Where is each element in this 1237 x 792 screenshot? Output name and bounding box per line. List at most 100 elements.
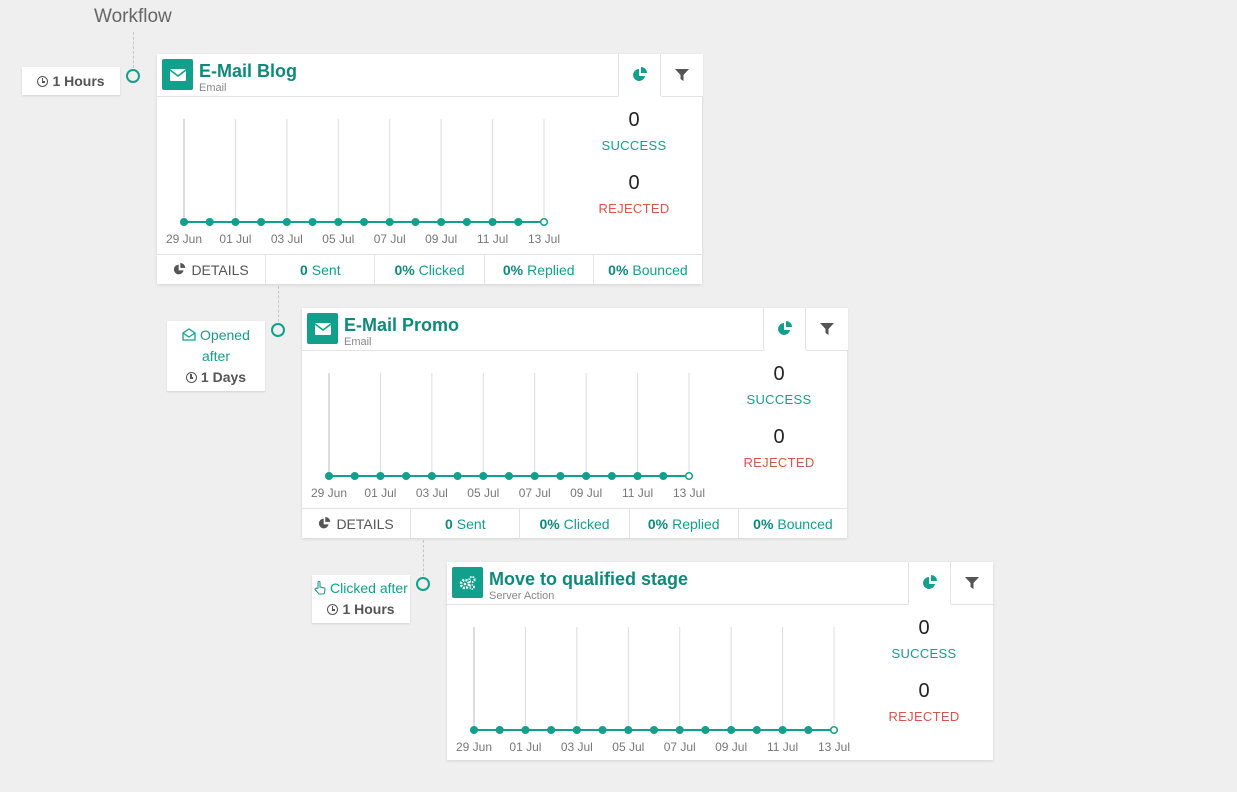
timeline-node <box>271 323 285 337</box>
data-point <box>727 725 736 735</box>
replied-stat[interactable]: 0% Replied <box>628 509 738 538</box>
bounced-number: 0% <box>608 261 629 278</box>
data-point <box>308 217 317 227</box>
x-tick-label: 11 Jul <box>622 486 653 500</box>
sent-stat[interactable]: 0 Sent <box>410 509 519 538</box>
replied-number: 0% <box>647 515 669 532</box>
x-tick-label: 01 Jul <box>509 740 541 754</box>
clicked-stat[interactable]: 0% Clicked <box>519 509 628 538</box>
data-point <box>607 471 616 481</box>
clicked-number: 0% <box>539 515 560 532</box>
activity-title[interactable]: E-Mail Promo <box>344 315 459 336</box>
filter-button[interactable] <box>950 562 993 604</box>
success-label[interactable]: SUCCESS <box>577 138 691 153</box>
clicked-stat[interactable]: 0% Clicked <box>374 255 483 284</box>
sent-number: 0 <box>445 515 453 532</box>
trigger-duration: 1 Days <box>200 369 247 385</box>
bounced-stat[interactable]: 0% Bounced <box>592 255 702 284</box>
data-point <box>376 471 385 481</box>
stats-panel: 0 SUCCESS 0 REJECTED <box>577 109 691 216</box>
x-tick-label: 01 Jul <box>364 486 396 500</box>
graph-button[interactable] <box>618 54 661 97</box>
data-point <box>462 217 471 227</box>
graph-button[interactable] <box>908 562 951 605</box>
success-label[interactable]: SUCCESS <box>722 392 836 407</box>
data-point <box>179 217 189 227</box>
page-title: Workflow <box>94 6 172 27</box>
pointer-hand-icon <box>314 580 326 595</box>
activity-title[interactable]: Move to qualified stage <box>489 569 688 590</box>
bounced-stat[interactable]: 0% Bounced <box>737 509 847 538</box>
success-count: 0 <box>628 109 640 131</box>
activity-chart: 29 Jun 01 Jul 03 Jul 05 Jul 07 Jul 09 Jul 11 J… <box>311 373 705 500</box>
timeline-node <box>126 69 140 83</box>
replied-stat[interactable]: 0% Replied <box>483 255 593 284</box>
trigger-label: Clicked after <box>330 580 408 596</box>
rejected-count: 0 <box>773 426 785 448</box>
trigger-duration: 1 Hours <box>342 601 395 617</box>
x-tick-label: 01 Jul <box>219 232 251 246</box>
data-point <box>572 725 581 735</box>
x-tick-label: 07 Jul <box>664 740 696 754</box>
replied-label: Replied <box>527 261 575 278</box>
stats-panel: 0 SUCCESS 0 REJECTED <box>867 617 981 724</box>
envelope-icon <box>162 59 193 90</box>
data-point <box>598 725 607 735</box>
filter-icon <box>965 577 979 589</box>
data-point <box>556 471 565 481</box>
activity-card: E-Mail Promo Email 29 Jun 01 Jul 03 Jul 05 … <box>302 308 848 538</box>
x-tick-label: 29 Jun <box>166 232 202 246</box>
sent-number: 0 <box>300 261 308 278</box>
card-footer: DETAILS 0 Sent 0% Clicked 0% Replied 0% Boun… <box>157 254 702 284</box>
data-point <box>582 471 591 481</box>
graph-button[interactable] <box>763 308 806 351</box>
rejected-label[interactable]: REJECTED <box>722 455 836 470</box>
clicked-label: Clicked <box>563 515 610 532</box>
clock-icon <box>37 76 49 87</box>
x-tick-label: 29 Jun <box>311 486 347 500</box>
data-point <box>479 471 488 481</box>
x-tick-label: 03 Jul <box>271 232 303 246</box>
data-point <box>495 725 504 735</box>
details-button[interactable]: DETAILS <box>157 255 265 284</box>
data-point <box>701 725 710 735</box>
rejected-label[interactable]: REJECTED <box>577 201 691 216</box>
trigger-box[interactable]: Clicked after 1 Hours <box>312 575 410 623</box>
rejected-label[interactable]: REJECTED <box>867 709 981 724</box>
filter-button[interactable] <box>660 54 703 96</box>
success-label[interactable]: SUCCESS <box>867 646 981 661</box>
activity-title[interactable]: E-Mail Blog <box>199 61 297 82</box>
data-point <box>437 217 446 227</box>
details-button[interactable]: DETAILS <box>302 509 410 538</box>
rejected-count: 0 <box>628 172 640 194</box>
card-header[interactable]: Move to qualified stage Server Action <box>447 562 993 605</box>
connector-line <box>133 32 134 68</box>
card-header[interactable]: E-Mail Promo Email <box>302 308 848 351</box>
details-label: DETAILS <box>336 515 394 532</box>
data-point <box>530 471 539 481</box>
x-tick-label: 11 Jul <box>477 232 508 246</box>
sent-label: Sent <box>311 261 341 278</box>
bounced-label: Bounced <box>632 261 688 278</box>
clicked-label: Clicked <box>418 261 465 278</box>
data-point <box>334 217 343 227</box>
data-point <box>453 471 462 481</box>
pie-chart-icon <box>174 263 186 275</box>
filter-button[interactable] <box>805 308 848 350</box>
activity-chart: 29 Jun 01 Jul 03 Jul 05 Jul 07 Jul 09 Jul 11 J… <box>456 627 850 754</box>
trigger-box[interactable]: Opened after 1 Days <box>167 321 265 391</box>
data-point <box>350 471 359 481</box>
trigger-box[interactable]: 1 Hours <box>22 67 120 95</box>
card-header[interactable]: E-Mail Blog Email <box>157 54 703 97</box>
replied-number: 0% <box>502 261 524 278</box>
x-tick-label: 05 Jul <box>322 232 354 246</box>
x-tick-label: 13 Jul <box>528 232 560 246</box>
activity-chart: 29 Jun 01 Jul 03 Jul 05 Jul 07 Jul 09 Jul 11 J… <box>166 119 560 246</box>
connector-line <box>423 540 424 576</box>
data-point <box>804 725 813 735</box>
trigger-duration: 1 Hours <box>52 73 105 89</box>
gears-icon <box>452 567 483 598</box>
x-tick-label: 05 Jul <box>612 740 644 754</box>
sent-stat[interactable]: 0 Sent <box>265 255 374 284</box>
x-tick-label: 11 Jul <box>767 740 798 754</box>
